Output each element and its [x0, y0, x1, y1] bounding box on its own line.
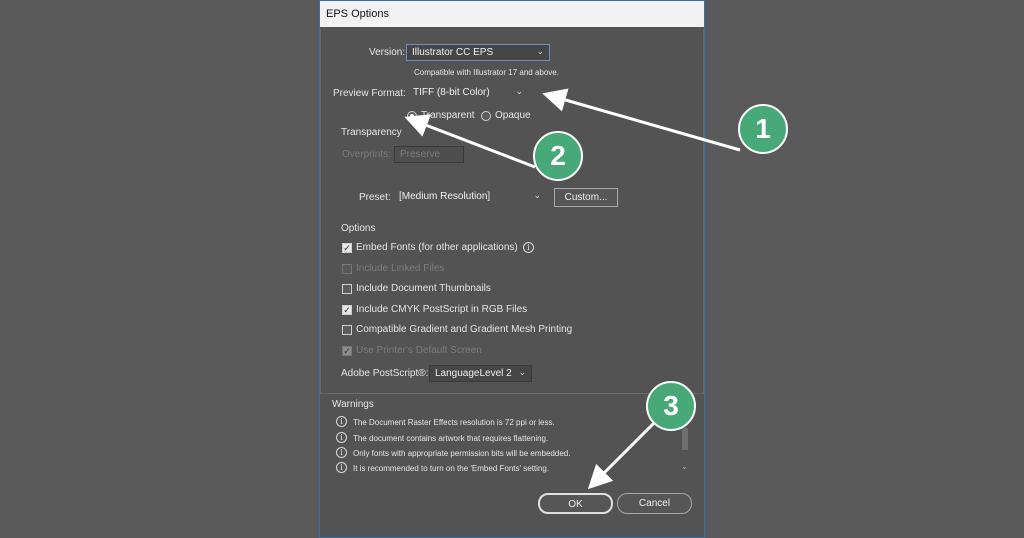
arrow-2: [404, 114, 536, 169]
annotation-badge-1: 1: [738, 104, 788, 154]
annotation-badge-3: 3: [646, 381, 696, 431]
annotation-badge-2: 2: [533, 131, 583, 181]
arrow-3: [587, 420, 657, 490]
annotation-arrows: [404, 88, 741, 490]
